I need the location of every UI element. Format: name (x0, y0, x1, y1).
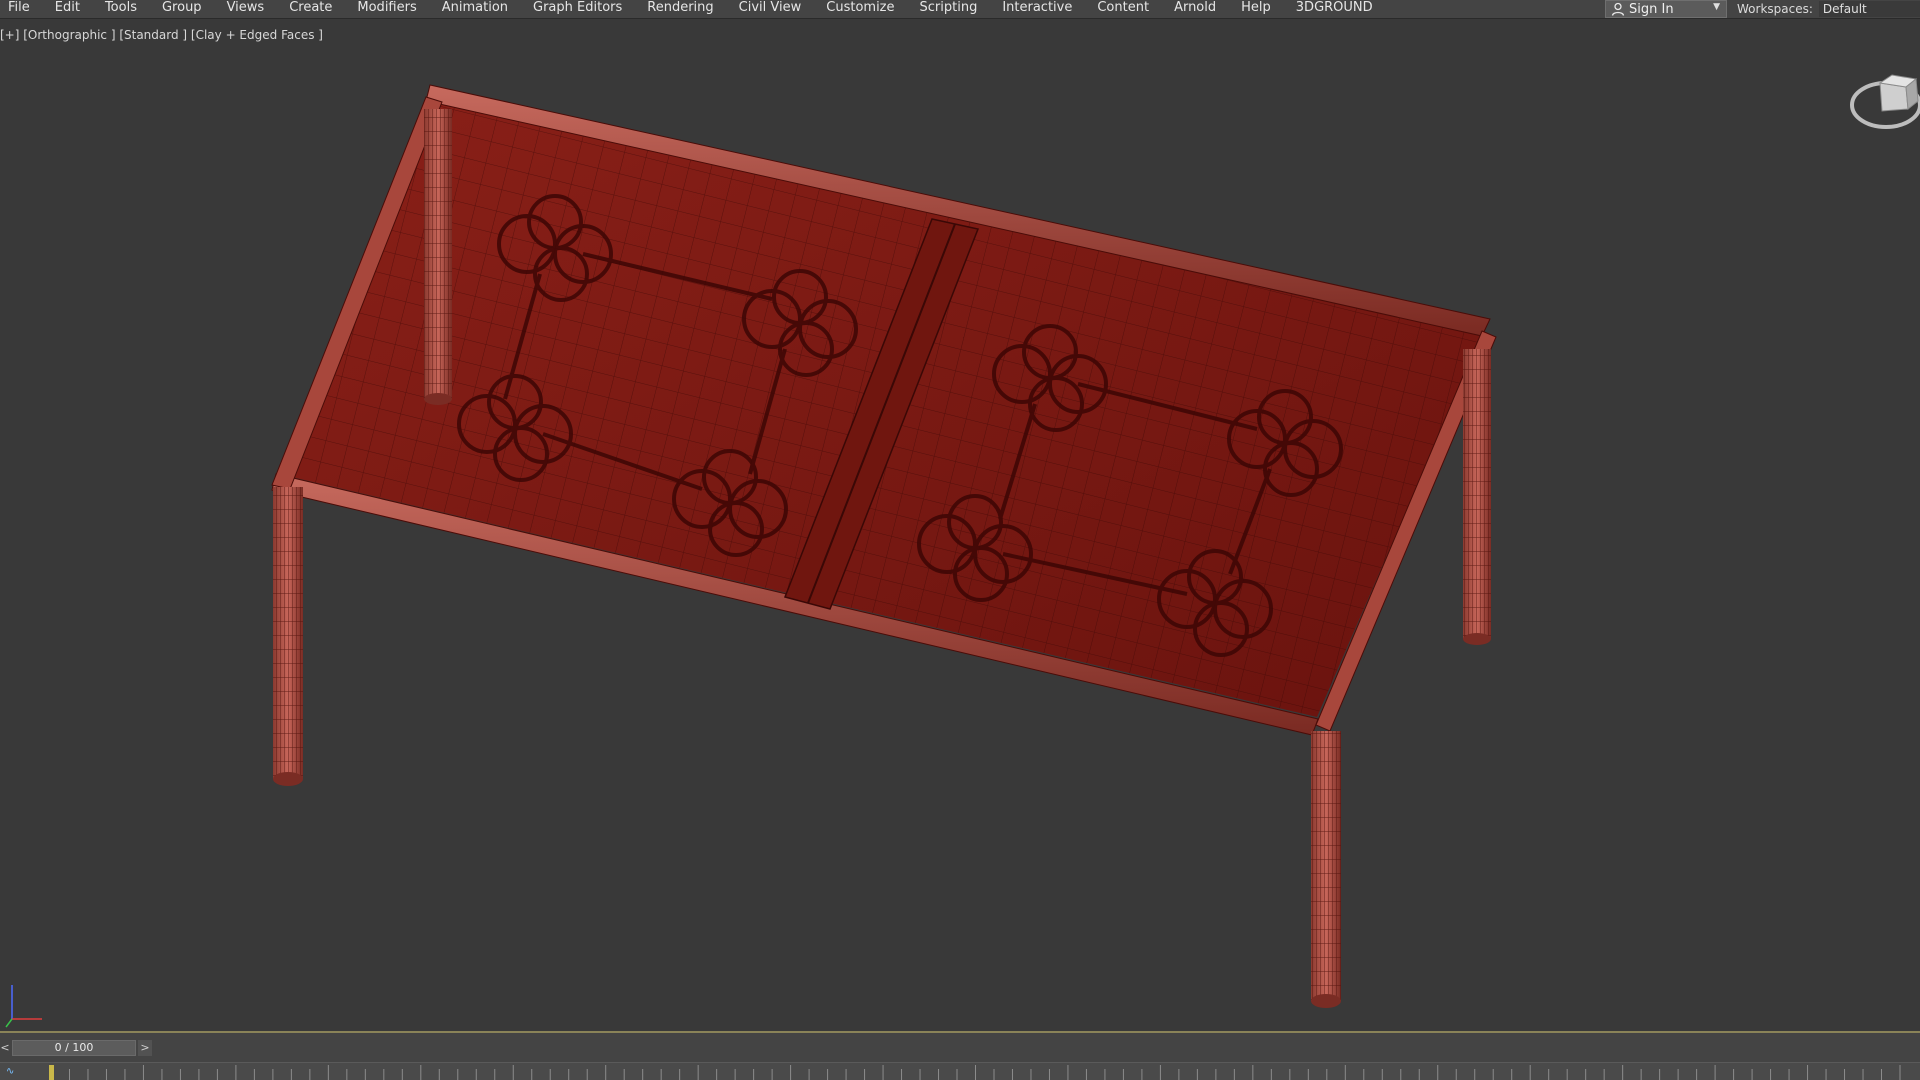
leg-front-right[interactable] (1311, 731, 1341, 1008)
menu-content[interactable]: Content (1085, 0, 1162, 15)
workspaces-label: Workspaces: (1737, 2, 1813, 16)
menu-graph-editors[interactable]: Graph Editors (521, 0, 635, 15)
workspaces-dropdown[interactable]: Default (1818, 1, 1920, 17)
menu-items: File Edit Tools Group Views Create Modif… (0, 0, 1386, 18)
sign-in-label: Sign In (1629, 1, 1674, 17)
time-slider-bar: < 0 / 100 > (0, 1033, 1920, 1062)
next-frame-button[interactable]: > (138, 1040, 152, 1056)
chevron-down-icon: ▼ (1713, 2, 1720, 12)
time-slider[interactable]: 0 / 100 (12, 1040, 136, 1056)
menu-tools[interactable]: Tools (93, 0, 150, 15)
workspaces-selector: Workspaces: Default (1737, 0, 1920, 18)
menu-file[interactable]: File (0, 0, 43, 15)
table-top[interactable] (271, 84, 1497, 736)
viewport-label[interactable]: [+] [Orthographic ] [Standard ] [Clay + … (0, 28, 323, 42)
leg-front-left[interactable] (273, 487, 303, 786)
table-model[interactable] (0, 19, 1920, 1031)
leg-back-right[interactable] (1463, 349, 1491, 645)
menu-customize[interactable]: Customize (814, 0, 907, 15)
menu-bar: File Edit Tools Group Views Create Modif… (0, 0, 1920, 19)
menu-help[interactable]: Help (1229, 0, 1284, 15)
menu-3dground[interactable]: 3DGROUND (1284, 0, 1386, 15)
sign-in-dropdown[interactable]: Sign In ▼ (1605, 0, 1727, 18)
viewcube-icon[interactable] (1840, 53, 1920, 143)
menu-civil-view[interactable]: Civil View (727, 0, 815, 15)
menu-animation[interactable]: Animation (430, 0, 521, 15)
track-bar-ticks (50, 1065, 1901, 1080)
menu-interactive[interactable]: Interactive (990, 0, 1085, 15)
menu-arnold[interactable]: Arnold (1162, 0, 1229, 15)
menu-scripting[interactable]: Scripting (908, 0, 991, 15)
axis-tripod-icon (5, 985, 42, 1028)
current-frame-marker[interactable] (49, 1065, 54, 1080)
menu-edit[interactable]: Edit (43, 0, 93, 15)
track-bar[interactable]: ∿ (0, 1062, 1920, 1080)
menu-create[interactable]: Create (277, 0, 345, 15)
perspective-viewport[interactable]: [+] [Orthographic ] [Standard ] [Clay + … (0, 19, 1920, 1033)
leg-back-left[interactable] (424, 109, 452, 405)
curve-editor-icon[interactable]: ∿ (6, 1066, 22, 1080)
menu-views[interactable]: Views (215, 0, 278, 15)
menu-modifiers[interactable]: Modifiers (345, 0, 429, 15)
user-icon (1611, 2, 1625, 16)
menu-group[interactable]: Group (150, 0, 215, 15)
menu-rendering[interactable]: Rendering (635, 0, 726, 15)
previous-frame-button[interactable]: < (0, 1040, 10, 1056)
3ds-max-window: File Edit Tools Group Views Create Modif… (0, 0, 1920, 1080)
